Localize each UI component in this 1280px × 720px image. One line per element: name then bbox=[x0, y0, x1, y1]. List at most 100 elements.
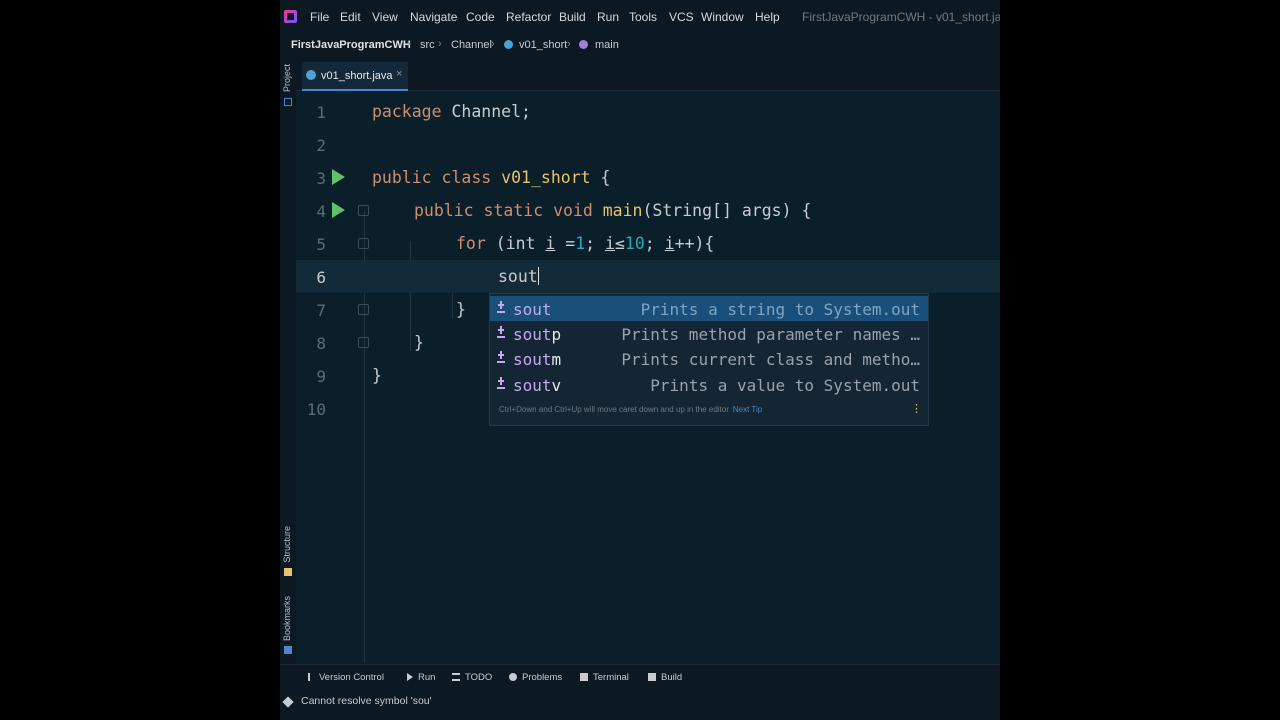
window-title: FirstJavaProgramCWH - v01_short.java bbox=[802, 10, 1000, 24]
menu-vcs[interactable]: VCS bbox=[669, 10, 694, 24]
close-icon[interactable]: × bbox=[396, 68, 402, 80]
project-tool-tab[interactable]: Project bbox=[282, 64, 292, 92]
code-line: 1 package Channel; bbox=[296, 95, 1000, 128]
fold-icon[interactable] bbox=[358, 337, 369, 348]
code-line: 2 bbox=[296, 128, 1000, 161]
code-completion-popup: sout Prints a string to System.out soutp… bbox=[489, 293, 929, 426]
menu-refactor[interactable]: Refactor bbox=[506, 10, 551, 24]
text-caret bbox=[537, 267, 539, 285]
line-number: 5 bbox=[316, 235, 326, 254]
line-number: 7 bbox=[316, 301, 326, 320]
chevron-right-icon: › bbox=[567, 38, 571, 50]
intellij-logo-icon[interactable] bbox=[284, 10, 297, 23]
completion-abbreviation: soutv bbox=[513, 376, 562, 395]
breadcrumb: FirstJavaProgramCWH › src › Channel › v0… bbox=[280, 34, 1000, 56]
structure-icon bbox=[284, 568, 292, 576]
breadcrumb-project[interactable]: FirstJavaProgramCWH bbox=[291, 39, 411, 51]
project-icon bbox=[284, 98, 292, 106]
line-number: 8 bbox=[316, 334, 326, 353]
menu-help[interactable]: Help bbox=[755, 10, 780, 24]
breadcrumb-src[interactable]: src bbox=[420, 39, 435, 51]
menu-file[interactable]: File bbox=[310, 10, 329, 24]
line-number: 9 bbox=[316, 367, 326, 386]
line-number: 10 bbox=[306, 400, 326, 419]
code-text: } bbox=[414, 333, 424, 352]
menu-window[interactable]: Window bbox=[701, 10, 744, 24]
problems-button[interactable]: Problems bbox=[509, 672, 562, 683]
version-control-button[interactable]: Version Control bbox=[308, 672, 384, 683]
terminal-button[interactable]: Terminal bbox=[580, 672, 629, 683]
breadcrumb-package[interactable]: Channel bbox=[451, 39, 492, 51]
terminal-icon bbox=[580, 673, 588, 681]
code-line: 3 public class v01_short { bbox=[296, 161, 1000, 194]
completion-abbreviation: soutm bbox=[513, 350, 562, 369]
completion-abbreviation: soutp bbox=[513, 325, 562, 344]
code-text: sout bbox=[498, 267, 539, 286]
menu-view[interactable]: View bbox=[372, 10, 398, 24]
chevron-right-icon: › bbox=[407, 38, 411, 50]
code-text: public class v01_short { bbox=[372, 168, 611, 187]
run-button[interactable]: Run bbox=[407, 672, 435, 683]
line-number: 3 bbox=[316, 169, 326, 188]
code-line-current: 6 sout bbox=[296, 260, 1000, 293]
completion-description: Prints method parameter names … bbox=[621, 325, 920, 344]
line-number: 6 bbox=[316, 268, 326, 287]
more-options-icon[interactable]: ⋮ bbox=[911, 402, 922, 415]
structure-tool-tab[interactable]: Structure bbox=[282, 526, 292, 563]
code-text: public static void main(String[] args) { bbox=[414, 201, 812, 220]
status-bar: Cannot resolve symbol 'sou' bbox=[280, 690, 1000, 720]
live-template-icon bbox=[497, 301, 505, 313]
menu-run[interactable]: Run bbox=[597, 10, 619, 24]
left-tool-strip: Project Structure Bookmarks bbox=[280, 56, 296, 664]
code-text: for (int i =1; i≤10; i++){ bbox=[456, 234, 715, 253]
fold-icon[interactable] bbox=[358, 304, 369, 315]
completion-description: Prints current class and metho… bbox=[621, 350, 920, 369]
next-tip-link[interactable]: Next Tip bbox=[733, 405, 762, 414]
live-template-icon bbox=[497, 326, 505, 338]
line-number: 1 bbox=[316, 103, 326, 122]
code-text: } bbox=[456, 300, 466, 319]
live-template-icon bbox=[497, 377, 505, 389]
editor-tab[interactable]: v01_short.java × bbox=[302, 62, 408, 91]
method-icon bbox=[579, 40, 588, 49]
line-number: 2 bbox=[316, 136, 326, 155]
todo-button[interactable]: TODO bbox=[452, 672, 492, 683]
live-template-icon bbox=[497, 351, 505, 363]
status-message: Cannot resolve symbol 'sou' bbox=[301, 695, 432, 707]
completion-hint: Ctrl+Down and Ctrl+Up will move caret do… bbox=[499, 405, 763, 414]
java-file-icon bbox=[306, 70, 316, 80]
menu-bar: File Edit View Navigate Code Refactor Bu… bbox=[280, 0, 1000, 34]
run-gutter-icon[interactable] bbox=[332, 169, 345, 185]
completion-item[interactable]: soutm Prints current class and metho… bbox=[490, 346, 928, 371]
menu-edit[interactable]: Edit bbox=[340, 10, 361, 24]
line-number: 4 bbox=[316, 202, 326, 221]
chevron-right-icon: › bbox=[491, 38, 495, 50]
completion-item[interactable]: sout Prints a string to System.out bbox=[490, 296, 928, 321]
fold-icon[interactable] bbox=[358, 238, 369, 249]
bookmarks-tool-tab[interactable]: Bookmarks bbox=[282, 596, 292, 641]
menu-build[interactable]: Build bbox=[559, 10, 586, 24]
ide-window: File Edit View Navigate Code Refactor Bu… bbox=[280, 0, 1000, 720]
code-editor[interactable]: 1 package Channel; 2 3 public class v01_… bbox=[296, 91, 1000, 663]
build-button[interactable]: Build bbox=[648, 672, 682, 683]
code-text: package Channel; bbox=[372, 102, 531, 121]
breadcrumb-class[interactable]: v01_short bbox=[519, 39, 567, 51]
code-line: 4 public static void main(String[] args)… bbox=[296, 194, 1000, 227]
menu-navigate[interactable]: Navigate bbox=[410, 10, 457, 24]
editor-tab-bar: v01_short.java × bbox=[296, 56, 1000, 91]
status-layers-icon bbox=[282, 696, 294, 708]
completion-abbreviation: sout bbox=[513, 300, 552, 319]
fold-icon[interactable] bbox=[358, 205, 369, 216]
completion-item[interactable]: soutv Prints a value to System.out bbox=[490, 372, 928, 397]
bug-icon bbox=[509, 673, 517, 681]
play-icon bbox=[407, 673, 413, 681]
menu-code[interactable]: Code bbox=[466, 10, 495, 24]
completion-item[interactable]: soutp Prints method parameter names … bbox=[490, 321, 928, 346]
branch-icon bbox=[308, 673, 314, 681]
menu-tools[interactable]: Tools bbox=[629, 10, 657, 24]
code-line: 5 for (int i =1; i≤10; i++){ bbox=[296, 227, 1000, 260]
chevron-right-icon: › bbox=[438, 38, 442, 50]
run-gutter-icon[interactable] bbox=[332, 202, 345, 218]
class-icon bbox=[504, 40, 513, 49]
breadcrumb-method[interactable]: main bbox=[595, 39, 619, 51]
